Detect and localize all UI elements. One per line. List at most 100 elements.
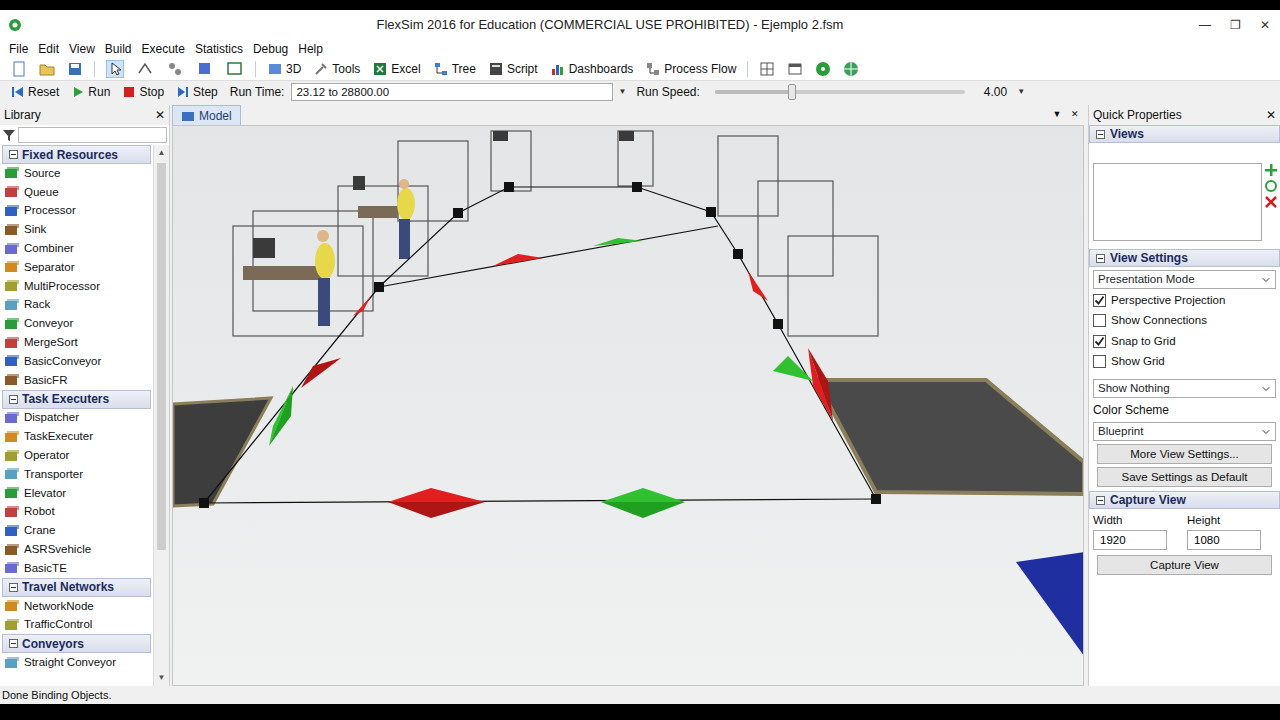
run-time-dropdown[interactable]: ▼	[615, 86, 629, 98]
run-speed-dropdown[interactable]: ▼	[1014, 86, 1028, 98]
library-item[interactable]: BasicFR	[0, 371, 153, 390]
tab-menu-button[interactable]: ▼	[1048, 108, 1066, 122]
restore-button[interactable]: ❐	[1220, 16, 1250, 34]
library-item[interactable]: MergeSort	[0, 333, 153, 352]
library-item[interactable]: TrafficControl	[0, 616, 153, 635]
toolbar-button[interactable]: Dashboards	[545, 60, 639, 78]
library-item[interactable]: Source	[0, 164, 153, 183]
show-select[interactable]: Show Nothing	[1093, 379, 1276, 398]
library-item[interactable]: Processor	[0, 202, 153, 221]
checkbox[interactable]	[1093, 314, 1106, 327]
scroll-down-button[interactable]: ▼	[154, 670, 169, 686]
menu-item[interactable]: Help	[293, 41, 328, 57]
view-settings-button[interactable]: More View Settings...	[1097, 444, 1272, 464]
expand-toggle[interactable]	[9, 395, 18, 404]
close-button[interactable]: ✕	[1250, 16, 1280, 34]
library-item[interactable]: Combiner	[0, 239, 153, 258]
library-group-header[interactable]: Travel Networks	[2, 578, 151, 597]
select-mode-button[interactable]	[101, 60, 129, 78]
menu-item[interactable]: Execute	[137, 41, 190, 57]
expand-toggle[interactable]	[9, 583, 18, 592]
save-button[interactable]	[62, 61, 88, 77]
toolbar-button[interactable]: Script	[483, 60, 543, 78]
library-close-button[interactable]: ✕	[155, 106, 165, 124]
toolbar-button[interactable]: Excel	[367, 60, 425, 78]
quick-properties-close[interactable]: ✕	[1266, 106, 1276, 124]
grid-layout-button[interactable]	[754, 61, 780, 77]
section-header[interactable]: Views	[1089, 125, 1280, 143]
section-header[interactable]: Capture View	[1089, 491, 1280, 509]
views-list[interactable]	[1093, 163, 1262, 241]
layout-button[interactable]	[221, 60, 249, 78]
run-speed-slider[interactable]	[715, 90, 965, 94]
view-setting-checkbox[interactable]: Show Connections	[1093, 312, 1276, 329]
library-item[interactable]: Elevator	[0, 484, 153, 503]
library-scrollbar[interactable]: ▲▼	[153, 145, 169, 686]
library-item[interactable]: Sink	[0, 220, 153, 239]
window-button[interactable]	[782, 61, 808, 77]
object-group-button[interactable]	[191, 60, 219, 78]
expand-toggle[interactable]	[9, 639, 18, 648]
capture-view-button[interactable]: Capture View	[1097, 555, 1272, 575]
library-group-header[interactable]: Task Executers	[2, 390, 151, 409]
section-header[interactable]: View Settings	[1089, 249, 1280, 267]
run-speed-thumb[interactable]	[788, 84, 796, 100]
reset-button[interactable]: Reset	[6, 83, 64, 101]
menu-item[interactable]: Statistics	[190, 41, 248, 57]
menu-item[interactable]: File	[4, 41, 33, 57]
model-tab[interactable]: Model	[172, 105, 241, 125]
model-view[interactable]	[172, 125, 1084, 686]
connect-mode-button[interactable]	[131, 60, 159, 78]
menu-item[interactable]: Edit	[33, 41, 64, 57]
checkbox[interactable]	[1093, 355, 1106, 368]
library-item[interactable]: BasicConveyor	[0, 352, 153, 371]
create-mode-button[interactable]	[161, 60, 189, 78]
library-item[interactable]: NetworkNode	[0, 597, 153, 616]
library-item[interactable]: Dispatcher	[0, 409, 153, 428]
run-button[interactable]: Run	[66, 83, 115, 101]
library-item[interactable]: Separator	[0, 258, 153, 277]
view-setting-checkbox[interactable]: Snap to Grid	[1093, 333, 1276, 350]
capture-height-field[interactable]	[1187, 530, 1261, 550]
collapse-toggle[interactable]	[1096, 496, 1105, 505]
library-item[interactable]: Rack	[0, 296, 153, 315]
library-group-header[interactable]: Fixed Resources	[2, 145, 151, 164]
collapse-toggle[interactable]	[1096, 254, 1105, 263]
view-mode-select[interactable]: Presentation Mode	[1093, 270, 1276, 289]
color-scheme-select[interactable]: Blueprint	[1093, 422, 1276, 441]
tab-close-button[interactable]: ✕	[1066, 108, 1084, 122]
help-button[interactable]	[810, 61, 836, 77]
view-setting-checkbox[interactable]: Perspective Projection	[1093, 292, 1276, 309]
step-button[interactable]: Step	[171, 83, 223, 101]
library-group-header[interactable]: Conveyors	[2, 634, 151, 653]
library-search-field[interactable]	[18, 127, 167, 143]
collapse-toggle[interactable]	[1096, 130, 1105, 139]
library-item[interactable]: TaskExecuter	[0, 427, 153, 446]
run-time-field[interactable]: 23.12 to 28800.00	[291, 83, 613, 101]
new-file-button[interactable]	[6, 61, 32, 77]
library-item[interactable]: Straight Conveyor	[0, 653, 153, 672]
toolbar-button[interactable]: Process Flow	[640, 60, 741, 78]
expand-toggle[interactable]	[9, 150, 18, 159]
toolbar-button[interactable]: Tree	[428, 60, 481, 78]
view-settings-button[interactable]: Save Settings as Default	[1097, 467, 1272, 487]
library-item[interactable]: ASRSvehicle	[0, 540, 153, 559]
library-item[interactable]: Queue	[0, 183, 153, 202]
scroll-up-button[interactable]: ▲	[154, 145, 169, 161]
scroll-thumb[interactable]	[157, 163, 166, 550]
toolbar-button[interactable]: 3D	[262, 60, 306, 78]
library-item[interactable]: Conveyor	[0, 314, 153, 333]
library-item[interactable]: BasicTE	[0, 559, 153, 578]
checkbox[interactable]	[1093, 294, 1106, 307]
open-folder-button[interactable]	[34, 61, 60, 77]
minimize-button[interactable]: —	[1190, 16, 1220, 34]
library-item[interactable]: Crane	[0, 521, 153, 540]
menu-item[interactable]: View	[64, 41, 100, 57]
library-item[interactable]: Operator	[0, 446, 153, 465]
menu-item[interactable]: Debug	[248, 41, 293, 57]
capture-width-field[interactable]	[1093, 530, 1167, 550]
stop-button[interactable]: Stop	[117, 83, 169, 101]
library-item[interactable]: Robot	[0, 503, 153, 522]
menu-item[interactable]: Build	[100, 41, 137, 57]
toolbar-button[interactable]: Tools	[308, 60, 365, 78]
